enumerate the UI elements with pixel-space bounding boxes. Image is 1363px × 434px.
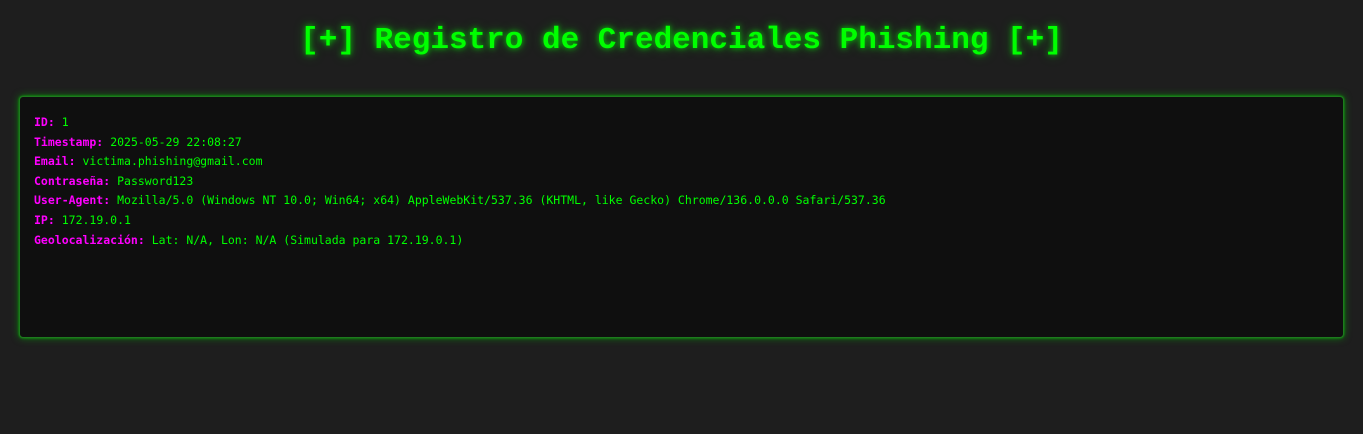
field-email-label: Email: [34, 154, 76, 169]
field-ip-value: 172.19.0.1 [61, 212, 131, 227]
field-timestamp: Timestamp: 2025-05-29 22:08:27 [34, 133, 1329, 153]
field-password-label: Contraseña: [34, 173, 111, 188]
field-geolocation-label: Geolocalización: [34, 232, 145, 247]
field-id: ID: 1 [34, 113, 1329, 133]
page-title: [+] Registro de Credenciales Phishing [+… [300, 23, 1063, 58]
field-ip-label: IP: [34, 212, 55, 227]
field-timestamp-label: Timestamp: [34, 134, 104, 149]
field-email: Email: victima.phishing@gmail.com [34, 152, 1329, 172]
field-id-value: 1 [61, 115, 69, 129]
field-timestamp-value: 2025-05-29 22:08:27 [110, 134, 242, 149]
credential-log-entry: ID: 1 Timestamp: 2025-05-29 22:08:27 Ema… [19, 96, 1344, 338]
field-user-agent-label: User-Agent: [34, 193, 111, 208]
field-password: Contraseña: Password123 [34, 172, 1329, 192]
field-geolocation-value: Lat: N/A, Lon: N/A (Simulada para 172.19… [151, 232, 464, 247]
field-password-value: Password123 [117, 173, 194, 188]
field-geolocation: Geolocalización: Lat: N/A, Lon: N/A (Sim… [34, 231, 1329, 251]
field-ip: IP: 172.19.0.1 [34, 211, 1329, 231]
field-user-agent: User-Agent: Mozilla/5.0 (Windows NT 10.0… [34, 191, 1329, 211]
field-id-label: ID: [34, 115, 55, 129]
field-user-agent-value: Mozilla/5.0 (Windows NT 10.0; Win64; x64… [117, 193, 886, 208]
field-email-value: victima.phishing@gmail.com [82, 154, 263, 169]
